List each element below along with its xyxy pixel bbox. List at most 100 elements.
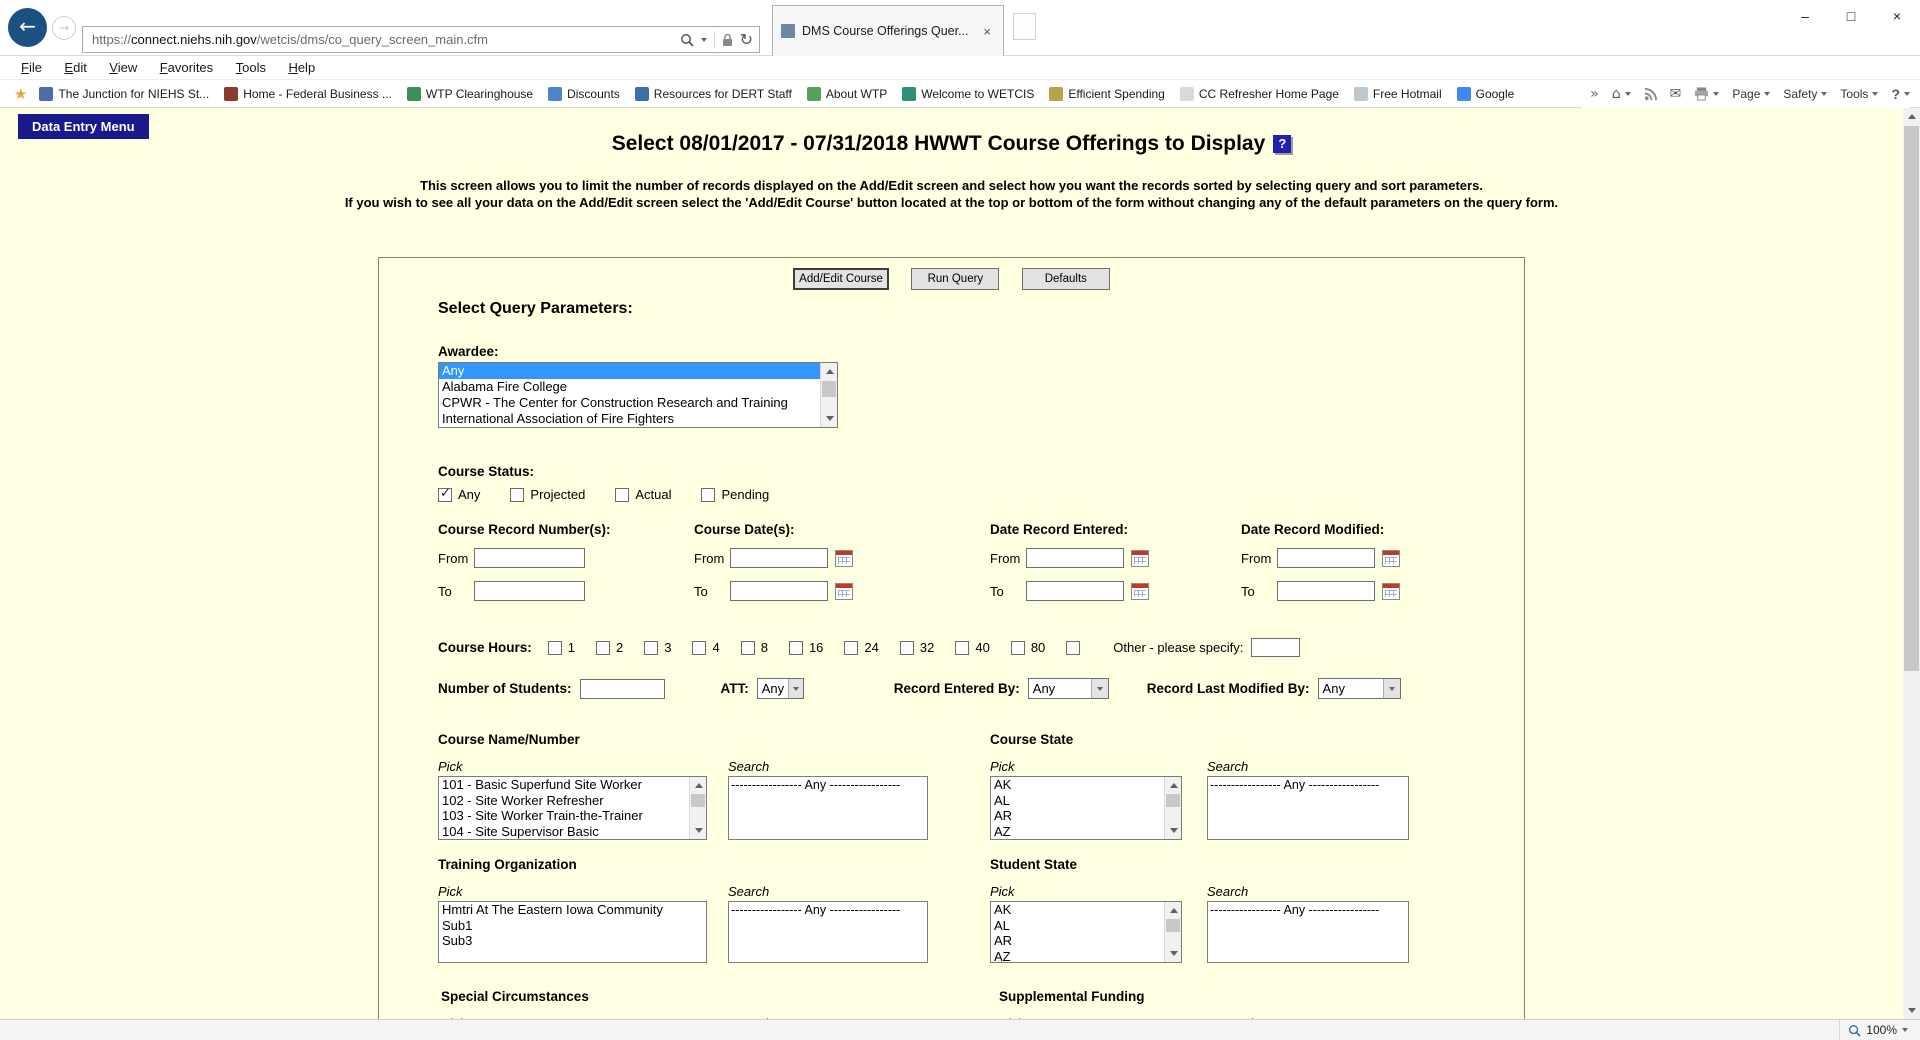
url-text[interactable]: https://connect.niehs.nih.gov/wetcis/dms… xyxy=(92,32,680,47)
search-caret-icon[interactable] xyxy=(701,38,707,42)
scroll-thumb[interactable] xyxy=(691,794,705,807)
att-select[interactable]: Any xyxy=(757,678,804,699)
scroll-up-button[interactable] xyxy=(1903,108,1920,125)
pick-list-option[interactable]: 103 - Site Worker Train-the-Trainer xyxy=(439,808,689,824)
checkbox-group[interactable]: 8 xyxy=(741,640,768,655)
listbox-scrollbar[interactable] xyxy=(1164,902,1181,962)
record-entered-by-select[interactable]: Any xyxy=(1028,678,1109,699)
checkbox[interactable] xyxy=(615,488,629,502)
read-mail-button[interactable]: ✉ xyxy=(1670,86,1682,102)
command-menu-button[interactable]: Tools xyxy=(1840,87,1878,101)
course-name-search-list[interactable]: ----------------- Any ----------------- xyxy=(728,776,928,840)
checkbox[interactable] xyxy=(1011,641,1025,655)
menu-item[interactable]: Tools xyxy=(227,58,275,77)
menu-item[interactable]: Help xyxy=(279,58,324,77)
checkbox[interactable] xyxy=(844,641,858,655)
calendar-icon[interactable] xyxy=(835,550,853,567)
scroll-up-button[interactable] xyxy=(1165,902,1182,919)
favorite-item[interactable]: About WTP xyxy=(807,87,887,101)
favorite-item[interactable]: WTP Clearinghouse xyxy=(407,87,533,101)
defaults-button[interactable]: Defaults xyxy=(1022,268,1110,290)
calendar-icon[interactable] xyxy=(1382,583,1400,600)
menu-item[interactable]: File xyxy=(12,58,51,77)
checkbox[interactable] xyxy=(644,641,658,655)
course-name-pick-list[interactable]: 101 - Basic Superfund Site Worker102 - S… xyxy=(438,776,707,840)
calendar-icon[interactable] xyxy=(1131,550,1149,567)
date-modified-to-input[interactable] xyxy=(1277,581,1375,601)
course-date-from-input[interactable] xyxy=(730,548,828,568)
favorite-item[interactable]: Welcome to WETCIS xyxy=(902,87,1034,101)
calendar-icon[interactable] xyxy=(1382,550,1400,567)
checkbox[interactable] xyxy=(701,488,715,502)
checkbox[interactable] xyxy=(438,488,452,502)
student-state-search-list[interactable]: ----------------- Any ----------------- xyxy=(1207,901,1409,963)
pick-list-option[interactable]: AL xyxy=(991,918,1164,934)
checkbox-group[interactable]: Actual xyxy=(615,487,671,502)
add-edit-course-button[interactable]: Add/Edit Course xyxy=(793,268,889,290)
date-modified-from-input[interactable] xyxy=(1277,548,1375,568)
scroll-down-button[interactable] xyxy=(821,410,838,427)
checkbox[interactable] xyxy=(900,641,914,655)
course-record-to-input[interactable] xyxy=(474,581,585,601)
new-tab-button[interactable] xyxy=(1013,13,1036,40)
checkbox[interactable] xyxy=(789,641,803,655)
number-of-students-input[interactable] xyxy=(580,679,665,699)
scroll-thumb[interactable] xyxy=(1166,919,1180,932)
checkbox[interactable] xyxy=(596,641,610,655)
checkbox[interactable] xyxy=(955,641,969,655)
pick-list-option[interactable]: AZ xyxy=(991,824,1164,840)
pick-list-option[interactable]: AL xyxy=(991,793,1164,809)
date-entered-from-input[interactable] xyxy=(1026,548,1124,568)
back-button[interactable]: ← xyxy=(8,8,47,47)
listbox-scrollbar[interactable] xyxy=(1164,777,1181,839)
print-button[interactable] xyxy=(1694,87,1719,101)
search-icon[interactable] xyxy=(680,33,694,47)
checkbox-group[interactable]: 40 xyxy=(955,640,989,655)
pick-list-option[interactable]: AR xyxy=(991,808,1164,824)
date-entered-to-input[interactable] xyxy=(1026,581,1124,601)
checkbox-group[interactable]: Projected xyxy=(510,487,585,502)
checkbox[interactable] xyxy=(548,641,562,655)
checkbox-group[interactable]: 16 xyxy=(789,640,823,655)
listbox-scrollbar[interactable] xyxy=(689,777,706,839)
forward-button[interactable]: → xyxy=(52,16,76,40)
pick-list-option[interactable]: 102 - Site Worker Refresher xyxy=(439,793,689,809)
home-button[interactable]: ⌂ xyxy=(1612,86,1631,102)
pick-list-option[interactable]: AK xyxy=(991,777,1164,793)
scroll-down-button[interactable] xyxy=(1165,945,1182,962)
other-hours-input[interactable] xyxy=(1251,638,1300,657)
help-icon[interactable]: ? xyxy=(1273,135,1291,153)
training-organization-pick-list[interactable]: Hmtri At The Eastern Iowa CommunitySub1S… xyxy=(438,901,707,963)
favorite-item[interactable]: Free Hotmail xyxy=(1354,87,1442,101)
zoom-control[interactable]: 100% xyxy=(1839,1020,1916,1040)
favorite-item[interactable]: Google xyxy=(1457,87,1515,101)
course-state-pick-list[interactable]: AKALARAZ xyxy=(990,776,1182,840)
checkbox-group[interactable]: Any xyxy=(438,487,480,502)
browser-tab[interactable]: DMS Course Offerings Quer... × xyxy=(772,5,1004,56)
select-caret-button[interactable] xyxy=(788,679,803,698)
calendar-icon[interactable] xyxy=(835,583,853,600)
course-date-to-input[interactable] xyxy=(730,581,828,601)
checkbox-group[interactable]: 4 xyxy=(692,640,719,655)
course-state-search-list[interactable]: ----------------- Any ----------------- xyxy=(1207,776,1409,840)
favorite-item[interactable]: Home - Federal Business ... xyxy=(224,87,392,101)
tab-close-icon[interactable]: × xyxy=(979,23,995,40)
run-query-button[interactable]: Run Query xyxy=(911,268,999,290)
favorite-item[interactable]: CC Refresher Home Page xyxy=(1180,87,1339,101)
pick-list-option[interactable]: AZ xyxy=(991,949,1164,963)
menu-item[interactable]: Favorites xyxy=(151,58,222,77)
checkbox-group[interactable]: 3 xyxy=(644,640,671,655)
menu-item[interactable]: Edit xyxy=(55,58,95,77)
scroll-down-button[interactable] xyxy=(690,822,707,839)
favorite-item[interactable]: Discounts xyxy=(548,87,620,101)
maximize-button[interactable]: □ xyxy=(1828,0,1874,33)
search-list-any-option[interactable]: ----------------- Any ----------------- xyxy=(1208,777,1408,793)
listbox-scrollbar[interactable] xyxy=(820,363,837,427)
checkbox-group[interactable]: 2 xyxy=(596,640,623,655)
training-organization-search-list[interactable]: ----------------- Any ----------------- xyxy=(728,901,928,963)
refresh-icon[interactable]: ↻ xyxy=(740,30,753,49)
feeds-button[interactable] xyxy=(1644,88,1657,101)
checkbox-group[interactable]: 24 xyxy=(844,640,878,655)
close-button[interactable]: × xyxy=(1874,0,1920,33)
listbox-option[interactable]: Any xyxy=(439,363,820,379)
